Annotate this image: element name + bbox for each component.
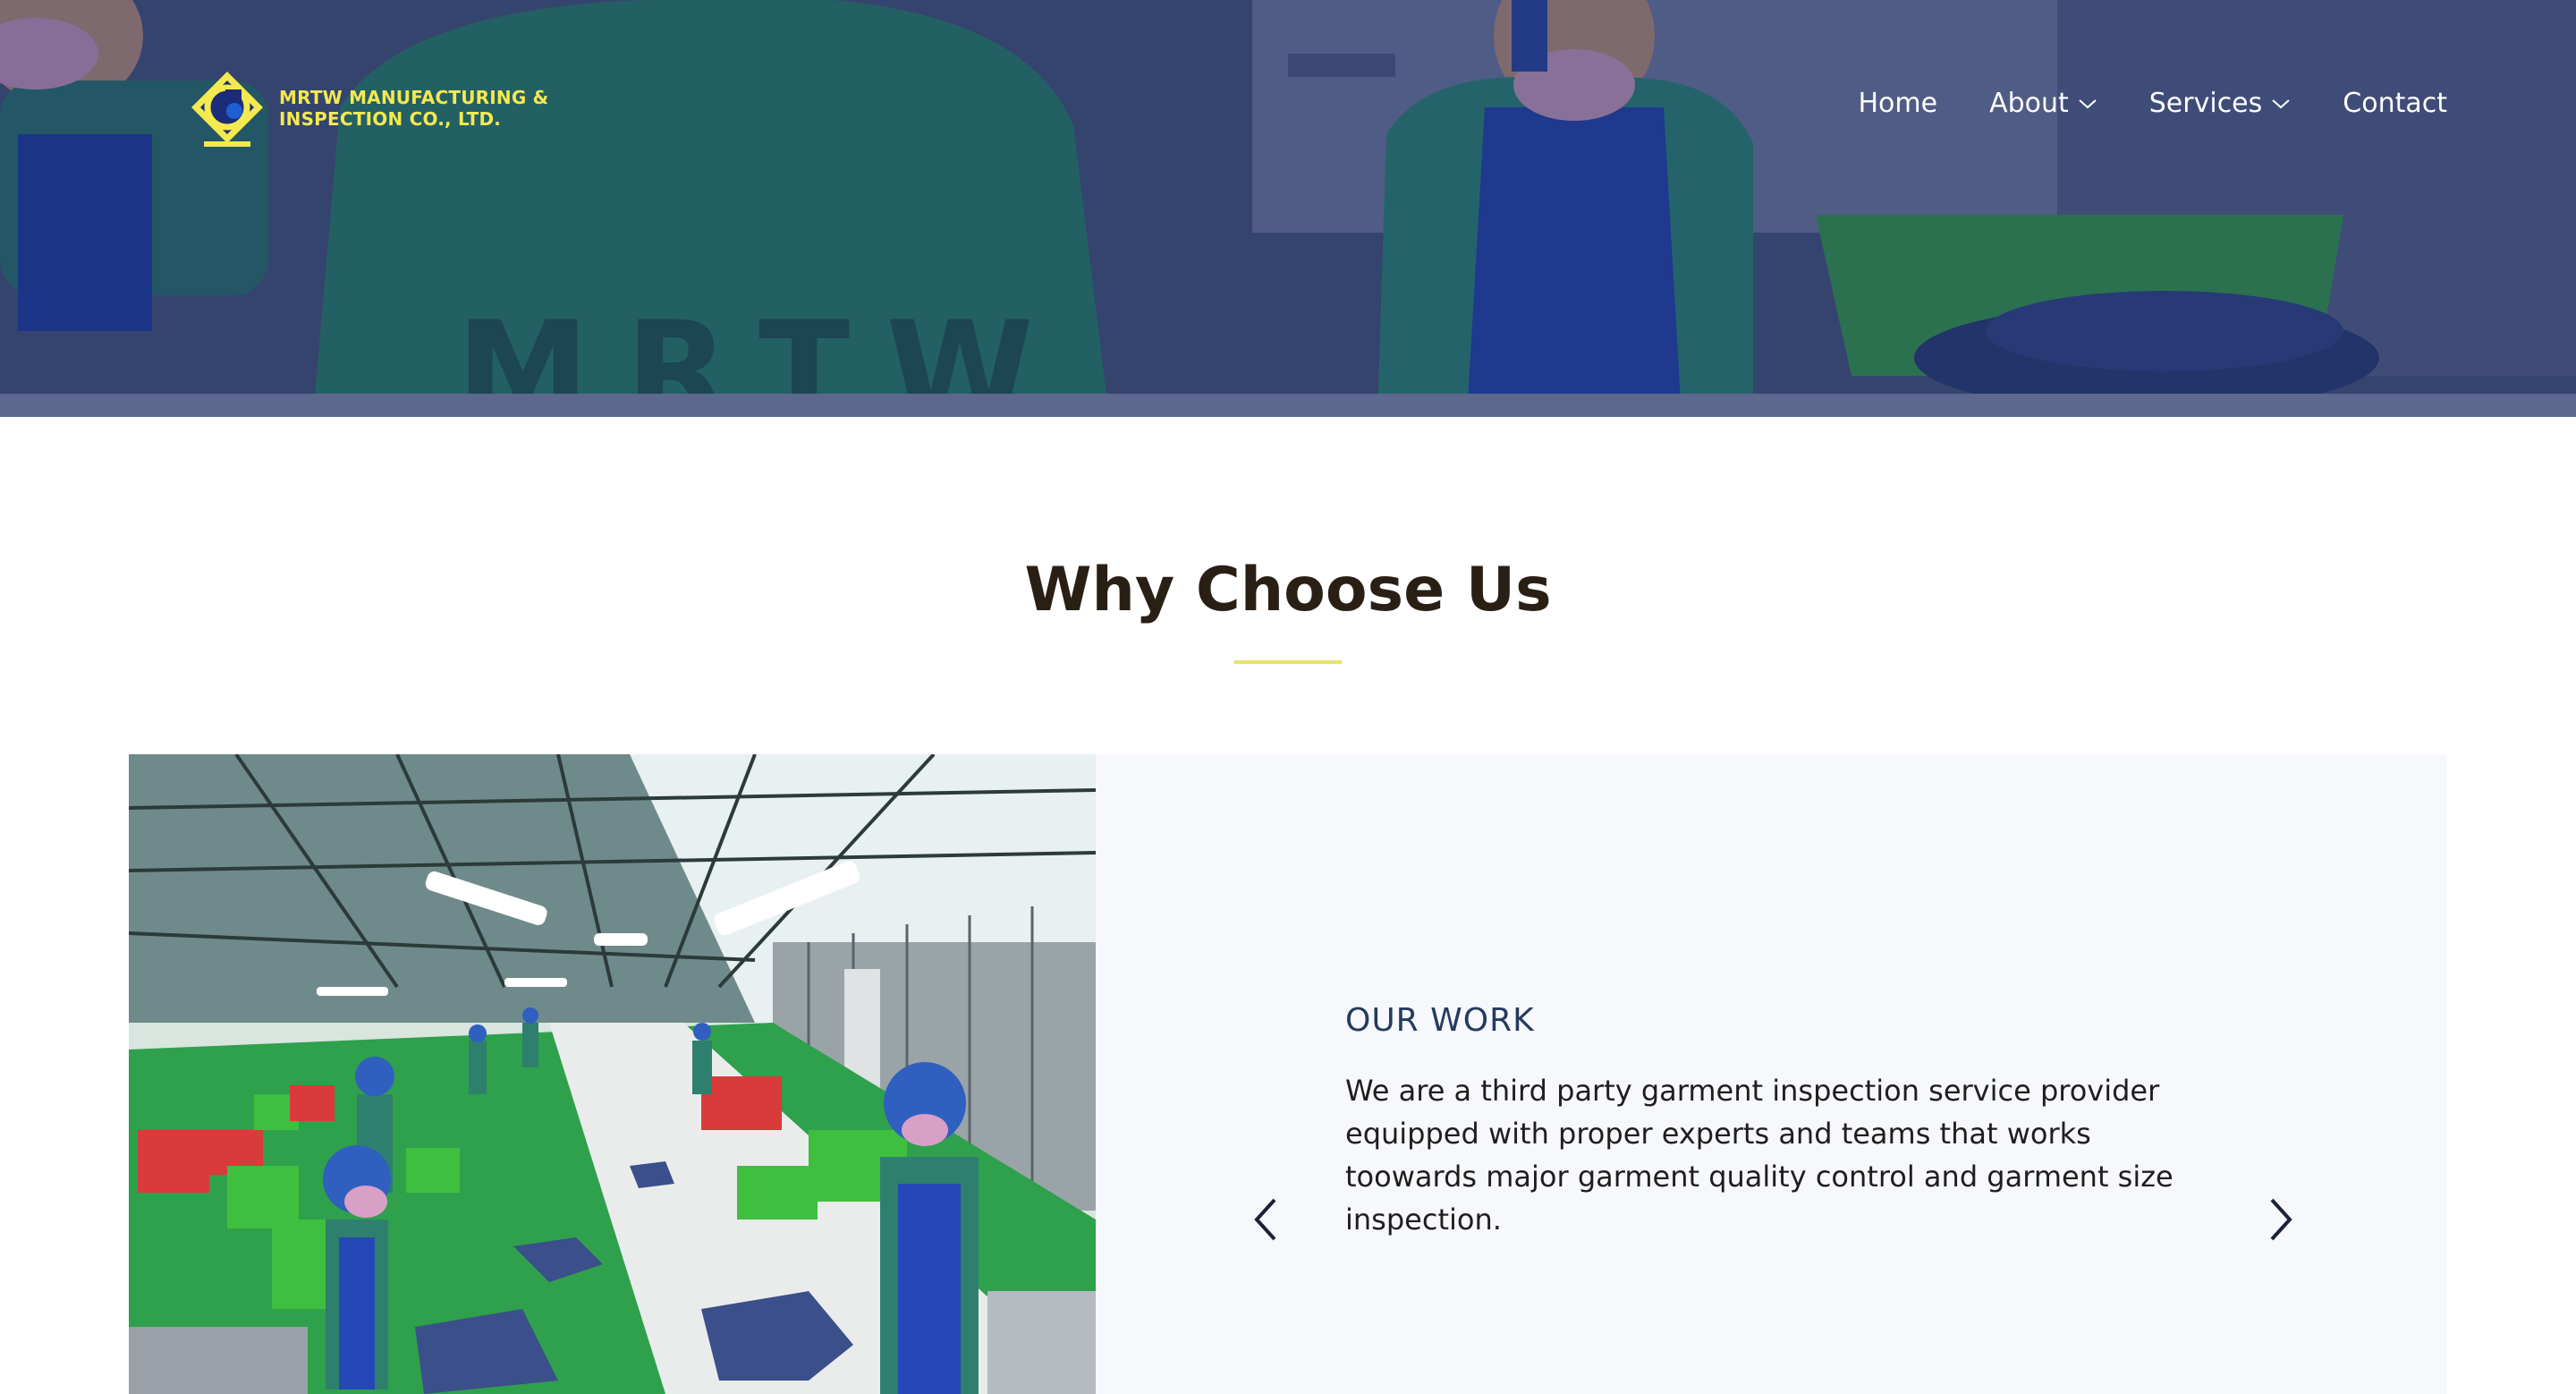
nav-contact[interactable]: Contact — [2343, 88, 2447, 119]
chevron-left-icon[interactable] — [1248, 1193, 1284, 1246]
slide-panel: OUR WORK We are a third party garment in… — [1096, 754, 2447, 1394]
logo-tagline-bar — [204, 141, 250, 147]
nav-contact-label: Contact — [2343, 88, 2447, 119]
title-underline — [1234, 660, 1342, 664]
brand-logo[interactable]: MRTW MANUFACTURING & INSPECTION CO., LTD… — [188, 68, 548, 149]
brand-name-line1: MRTW MANUFACTURING & — [279, 87, 549, 108]
nav-services-label: Services — [2148, 88, 2263, 119]
chevron-down-icon — [2272, 98, 2290, 108]
slide-body: We are a third party garment inspection … — [1345, 1074, 2174, 1237]
chevron-down-icon — [2079, 98, 2097, 108]
nav-about[interactable]: About — [1989, 88, 2097, 119]
hero-tint-overlay — [0, 0, 2576, 417]
nav-about-label: About — [1989, 88, 2069, 119]
section-title: Why Choose Us — [1024, 555, 1552, 625]
chevron-right-icon[interactable] — [2263, 1193, 2299, 1246]
brand-name-line2: INSPECTION CO., LTD. — [279, 108, 502, 130]
brand-name: MRTW MANUFACTURING & INSPECTION CO., LTD… — [279, 87, 548, 130]
slide-heading: OUR WORK — [1345, 1002, 1535, 1039]
nav-home-label: Home — [1858, 88, 1938, 119]
nav-services[interactable]: Services — [2149, 88, 2292, 119]
hero-banner: MRTW MRTW MANUFACTURING & INSPECTION CO.… — [0, 0, 2576, 417]
main-navigation: Home About Services Contact — [1858, 88, 2447, 119]
logo-emblem-icon — [191, 72, 263, 147]
factory-photo — [129, 754, 1096, 1394]
nav-home[interactable]: Home — [1858, 88, 1937, 119]
